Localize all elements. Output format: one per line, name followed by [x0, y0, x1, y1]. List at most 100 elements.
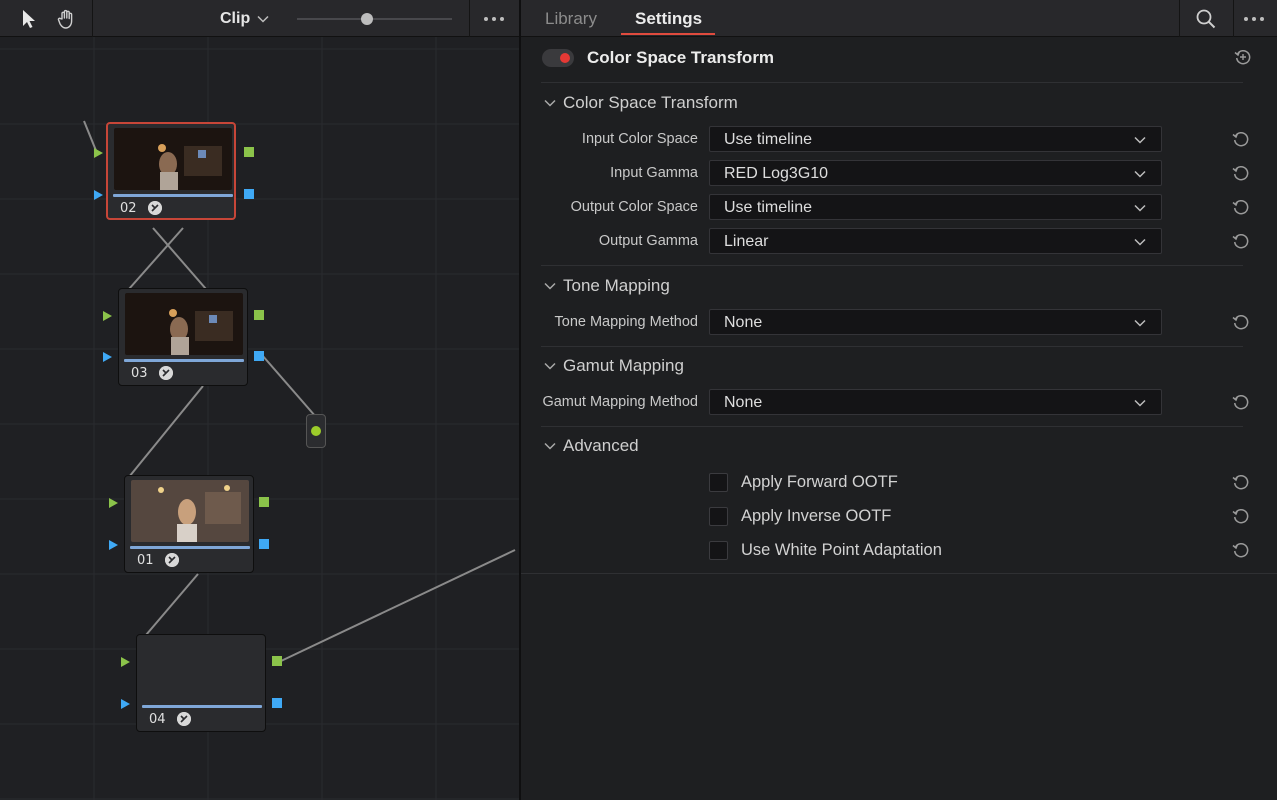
node-tool-badge-icon: [148, 201, 162, 215]
effect-reset-icon[interactable]: [1233, 47, 1253, 67]
output-gamma-dropdown[interactable]: Linear: [709, 228, 1162, 254]
node-04[interactable]: 04: [136, 634, 266, 732]
reset-icon[interactable]: [1231, 197, 1251, 217]
reset-icon[interactable]: [1231, 472, 1251, 492]
reset-icon[interactable]: [1231, 312, 1251, 332]
apply-inverse-ootf-checkbox[interactable]: [709, 507, 728, 526]
gamut-mapping-method-label: Gamut Mapping Method: [542, 394, 698, 410]
node-bar: [113, 194, 233, 197]
section-divider: [541, 265, 1243, 266]
node-02-rgb-input[interactable]: [94, 148, 103, 158]
output-color-space-dropdown[interactable]: Use timeline: [709, 194, 1162, 220]
section-advanced[interactable]: Advanced: [543, 436, 639, 456]
node-02[interactable]: 02: [106, 122, 236, 220]
apply-inverse-ootf-label: Apply Inverse OOTF: [741, 507, 892, 525]
reset-icon[interactable]: [1231, 163, 1251, 183]
effect-enable-toggle[interactable]: [542, 49, 574, 67]
node-03-rgb-input[interactable]: [103, 311, 112, 321]
node-01-rgb-output[interactable]: [259, 497, 269, 507]
reset-icon[interactable]: [1231, 129, 1251, 149]
dropdown-value: Use timeline: [724, 199, 813, 216]
input-color-space-dropdown[interactable]: Use timeline: [709, 126, 1162, 152]
dropdown-value: Use timeline: [724, 131, 813, 148]
apply-forward-ootf-label: Apply Forward OOTF: [741, 473, 898, 491]
node-editor-panel: Clip 02 03 01 04: [0, 0, 519, 800]
node-04-rgb-input[interactable]: [121, 657, 130, 667]
toolbar-separator: [469, 0, 470, 37]
search-icon[interactable]: [1195, 8, 1217, 30]
node-04-alpha-input[interactable]: [121, 699, 130, 709]
section-divider: [541, 426, 1243, 427]
chevron-down-icon: [257, 15, 269, 23]
input-gamma-dropdown[interactable]: RED Log3G10: [709, 160, 1162, 186]
node-label: 02: [120, 201, 137, 216]
node-03[interactable]: 03: [118, 288, 248, 386]
input-gamma-label: Input Gamma: [610, 165, 698, 181]
reset-icon[interactable]: [1231, 231, 1251, 251]
node-thumbnail: [114, 128, 232, 190]
reset-icon[interactable]: [1231, 392, 1251, 412]
effect-settings-panel: Library Settings Color Space Transform C…: [521, 0, 1277, 800]
hand-tool-icon[interactable]: [55, 8, 77, 30]
chevron-down-icon: [544, 442, 556, 450]
node-graph-canvas[interactable]: 02 03 01 04: [0, 37, 519, 800]
layer-mixer-node[interactable]: [306, 414, 326, 448]
settings-options-icon[interactable]: [1241, 9, 1267, 29]
effect-header: Color Space Transform: [521, 38, 1277, 80]
section-title: Advanced: [563, 436, 639, 455]
chevron-down-icon: [1134, 170, 1146, 178]
settings-tab-bar: Library Settings: [521, 0, 1277, 37]
chevron-down-icon: [1134, 319, 1146, 327]
active-tab-indicator: [621, 33, 715, 35]
node-02-alpha-output[interactable]: [244, 189, 254, 199]
node-editor-toolbar: Clip: [0, 0, 519, 37]
zoom-slider-thumb[interactable]: [360, 13, 373, 25]
node-01-alpha-input[interactable]: [109, 540, 118, 550]
node-03-alpha-input[interactable]: [103, 352, 112, 362]
output-gamma-label: Output Gamma: [598, 233, 698, 249]
node-bar: [142, 705, 262, 708]
pointer-tool-icon[interactable]: [18, 8, 40, 30]
tab-library[interactable]: Library: [545, 9, 597, 29]
section-gamut-mapping[interactable]: Gamut Mapping: [543, 356, 684, 376]
apply-forward-ootf-checkbox[interactable]: [709, 473, 728, 492]
toolbar-separator: [1233, 0, 1234, 37]
node-tool-badge-icon: [177, 712, 191, 726]
section-tone-mapping[interactable]: Tone Mapping: [543, 276, 670, 296]
output-color-space-label: Output Color Space: [570, 199, 698, 215]
toggle-knob: [560, 53, 570, 63]
chevron-down-icon: [544, 99, 556, 107]
chevron-down-icon: [544, 362, 556, 370]
section-color-space-transform[interactable]: Color Space Transform: [543, 93, 738, 113]
tone-mapping-method-dropdown[interactable]: None: [709, 309, 1162, 335]
chevron-down-icon: [1134, 204, 1146, 212]
tab-settings[interactable]: Settings: [635, 9, 702, 29]
node-label: 01: [137, 553, 154, 568]
clip-mode-select[interactable]: Clip: [220, 8, 270, 30]
reset-icon[interactable]: [1231, 540, 1251, 560]
chevron-down-icon: [544, 282, 556, 290]
node-label: 03: [131, 366, 148, 381]
node-tool-badge-icon: [165, 553, 179, 567]
node-02-rgb-output[interactable]: [244, 147, 254, 157]
reset-icon[interactable]: [1231, 506, 1251, 526]
gamut-mapping-method-dropdown[interactable]: None: [709, 389, 1162, 415]
use-white-point-adaptation-checkbox[interactable]: [709, 541, 728, 560]
zoom-slider[interactable]: [297, 13, 452, 25]
node-bar: [124, 359, 244, 362]
effect-block-bottom-border: [521, 573, 1277, 574]
section-divider: [541, 82, 1243, 83]
node-04-rgb-output[interactable]: [272, 656, 282, 666]
node-03-alpha-output[interactable]: [254, 351, 264, 361]
node-02-alpha-input[interactable]: [94, 190, 103, 200]
mixer-input-dot[interactable]: [311, 426, 321, 436]
toolbar-separator: [92, 0, 93, 37]
node-editor-options-icon[interactable]: [481, 9, 507, 29]
dropdown-value: None: [724, 394, 763, 411]
node-01-rgb-input[interactable]: [109, 498, 118, 508]
node-04-alpha-output[interactable]: [272, 698, 282, 708]
node-01-alpha-output[interactable]: [259, 539, 269, 549]
node-01[interactable]: 01: [124, 475, 254, 573]
node-03-rgb-output[interactable]: [254, 310, 264, 320]
dropdown-value: None: [724, 314, 763, 331]
